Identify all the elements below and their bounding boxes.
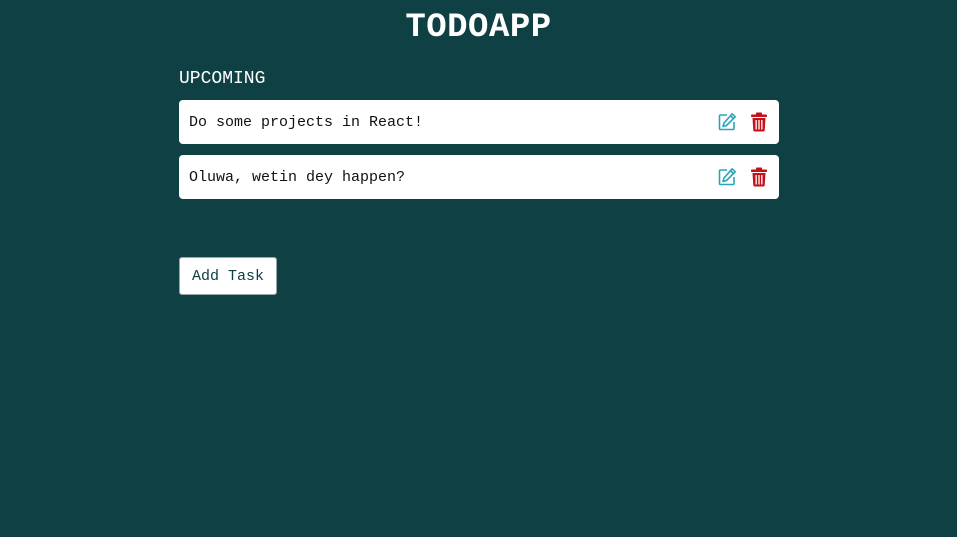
trash-icon[interactable] (749, 167, 769, 187)
task-item: Do some projects in React! (179, 100, 779, 144)
app-title: TODOAPP (405, 9, 552, 47)
edit-icon[interactable] (717, 167, 737, 187)
task-list: Do some projects in React! Oluwa, wetin … (179, 100, 779, 210)
edit-icon[interactable] (717, 112, 737, 132)
task-actions (717, 167, 769, 187)
todo-app: TODOAPP UPCOMING Do some projects in Rea… (0, 0, 957, 537)
task-item: Oluwa, wetin dey happen? (179, 155, 779, 199)
task-text: Oluwa, wetin dey happen? (189, 168, 406, 186)
task-text: Do some projects in React! (189, 113, 424, 131)
trash-icon[interactable] (749, 112, 769, 132)
upcoming-heading: UPCOMING (179, 69, 266, 89)
add-task-button[interactable]: Add Task (179, 257, 278, 295)
task-actions (717, 112, 769, 132)
